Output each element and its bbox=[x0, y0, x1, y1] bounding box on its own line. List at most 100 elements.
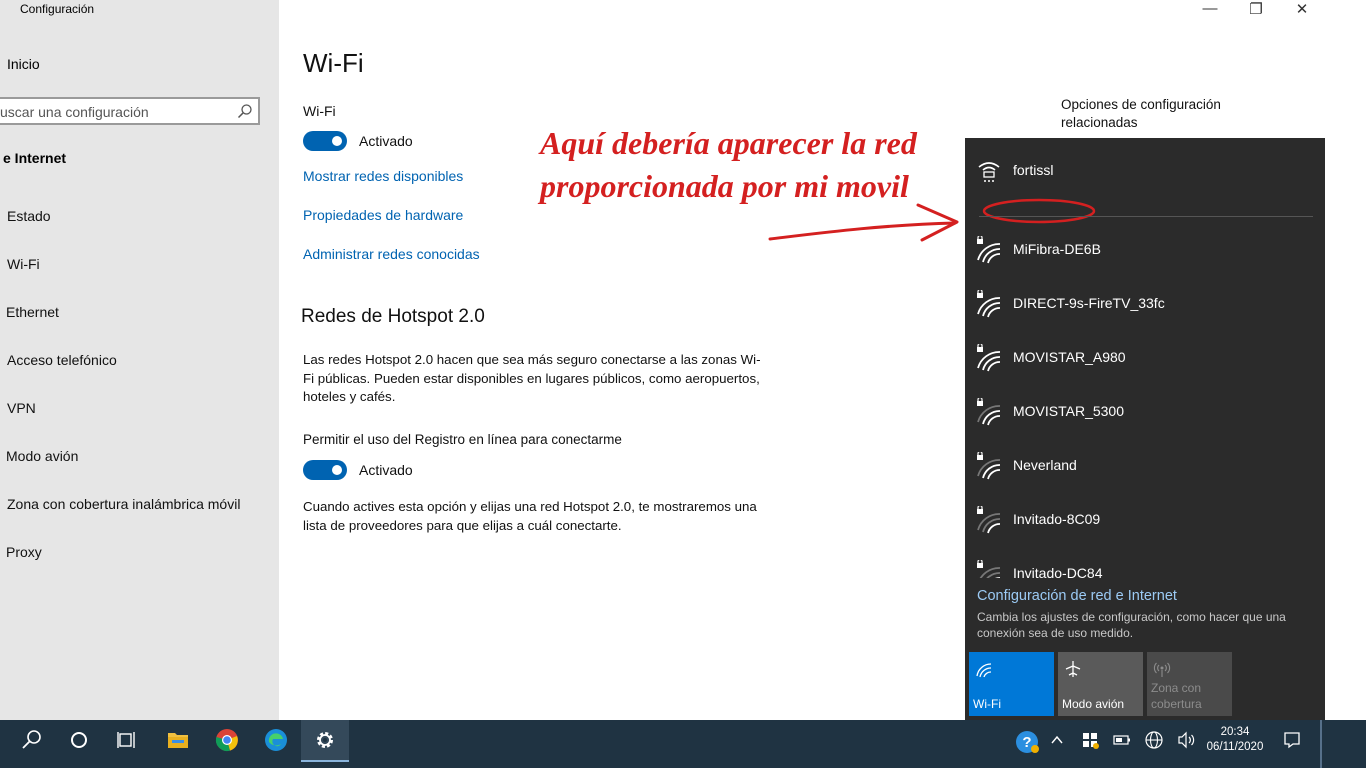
related-settings-title: Opciones de configuración relacionadas bbox=[1061, 97, 1221, 130]
chrome-icon bbox=[215, 729, 238, 752]
wifi-network-item[interactable]: MOVISTAR_5300 bbox=[965, 386, 1325, 438]
sidebar-item-ethernet[interactable]: Ethernet bbox=[6, 304, 59, 320]
wifi-network-name: Invitado-DC84 bbox=[1013, 565, 1103, 578]
wifi-toggle-state: Activado bbox=[359, 133, 413, 149]
edge-icon bbox=[265, 729, 287, 751]
task-view-button[interactable] bbox=[104, 720, 152, 760]
cortana-button[interactable] bbox=[56, 720, 104, 760]
chevron-up-icon[interactable] bbox=[1049, 732, 1065, 748]
sidebar-item-proxy[interactable]: Proxy bbox=[6, 544, 42, 560]
clock-date: 06/11/2020 bbox=[1206, 741, 1264, 753]
wifi-network-item[interactable]: MiFibra-DE6B bbox=[965, 224, 1325, 276]
annotation-line-1: Aquí debería aparecer la red bbox=[540, 125, 917, 161]
sidebar-item-mobile-hotspot[interactable]: Zona con cobertura inalámbrica móvil bbox=[7, 496, 240, 512]
help-icon[interactable]: ? bbox=[1014, 729, 1040, 755]
secured-wifi-icon bbox=[977, 560, 1001, 578]
wifi-label: Wi-Fi bbox=[303, 103, 336, 119]
online-registration-description: Cuando actives esta opción y elijas una … bbox=[303, 499, 757, 533]
taskbar-clock[interactable]: 20:34 06/11/2020 bbox=[1200, 725, 1270, 755]
show-desktop-button[interactable] bbox=[1320, 720, 1322, 768]
secured-wifi-icon bbox=[977, 344, 1001, 372]
secured-wifi-icon bbox=[977, 236, 1001, 264]
sidebar-item-vpn[interactable]: VPN bbox=[7, 400, 36, 416]
defender-icon[interactable] bbox=[1081, 731, 1099, 749]
wifi-network-name: MOVISTAR_5300 bbox=[1013, 403, 1125, 419]
page-title: Wi-Fi bbox=[303, 48, 364, 78]
task-view-icon bbox=[117, 732, 135, 748]
minimize-button[interactable]: — bbox=[1187, 0, 1233, 18]
search-input[interactable]: uscar una configuración bbox=[0, 97, 260, 125]
search-icon bbox=[237, 104, 252, 119]
chrome-button[interactable] bbox=[203, 720, 251, 760]
online-registration-label: Permitir el uso del Registro en línea pa… bbox=[303, 432, 622, 447]
wifi-network-item[interactable]: MOVISTAR_A980 bbox=[965, 332, 1325, 384]
secured-wifi-icon bbox=[977, 290, 1001, 318]
quick-action-airplane-mode[interactable]: Modo avión bbox=[1058, 652, 1143, 716]
settings-icon bbox=[317, 732, 333, 748]
maximize-button[interactable]: ❐ bbox=[1233, 0, 1279, 18]
hotspot-heading: Redes de Hotspot 2.0 bbox=[301, 306, 485, 327]
wifi-network-name: Neverland bbox=[1013, 457, 1077, 473]
wifi-network-item[interactable]: Invitado-DC84 bbox=[965, 548, 1325, 578]
wifi-network-item[interactable]: DIRECT-9s-FireTV_33fc bbox=[965, 278, 1325, 330]
search-icon bbox=[22, 730, 41, 749]
wifi-network-name: MiFibra-DE6B bbox=[1013, 241, 1101, 257]
wifi-network-name: DIRECT-9s-FireTV_33fc bbox=[1013, 295, 1165, 311]
quick-action-label: Zona con cobertura bbox=[1151, 681, 1202, 711]
wifi-network-name: MOVISTAR_A980 bbox=[1013, 349, 1126, 365]
network-flyout: fortissl MiFibra-DE6B DIRECT-9s-FireTV_3… bbox=[965, 138, 1325, 720]
globe-network-icon[interactable] bbox=[1144, 730, 1164, 750]
network-settings-link[interactable]: Configuración de red e Internet bbox=[977, 588, 1177, 604]
network-settings-description: Cambia los ajustes de configuración, com… bbox=[977, 610, 1286, 640]
online-registration-toggle[interactable] bbox=[303, 460, 347, 480]
wifi-network-item[interactable]: Neverland bbox=[965, 440, 1325, 492]
quick-action-label: Wi-Fi bbox=[973, 697, 1001, 711]
sidebar-item-dialup[interactable]: Acceso telefónico bbox=[7, 352, 117, 368]
quick-action-mobile-hotspot[interactable]: Zona con cobertura bbox=[1147, 652, 1232, 716]
settings-taskbar-button[interactable] bbox=[301, 720, 349, 762]
sidebar-item-airplane-mode[interactable]: Modo avión bbox=[6, 448, 78, 464]
hardware-properties-link[interactable]: Propiedades de hardware bbox=[303, 207, 463, 223]
secured-wifi-icon bbox=[977, 398, 1001, 426]
hotspot-description: Las redes Hotspot 2.0 hacen que sea más … bbox=[303, 352, 761, 404]
edge-button[interactable] bbox=[252, 720, 300, 760]
vpn-network-icon bbox=[978, 162, 1000, 182]
online-registration-state: Activado bbox=[359, 462, 413, 478]
close-button[interactable]: ✕ bbox=[1279, 0, 1325, 18]
show-available-networks-link[interactable]: Mostrar redes disponibles bbox=[303, 168, 463, 184]
taskbar-search-button[interactable] bbox=[8, 720, 56, 760]
cortana-icon bbox=[71, 732, 87, 748]
wifi-network-item[interactable]: Invitado-8C09 bbox=[965, 494, 1325, 546]
taskbar: ? 20:34 06/11/2020 bbox=[0, 720, 1366, 768]
sidebar-section-title: e Internet bbox=[3, 150, 67, 166]
app-title: Configuración bbox=[20, 2, 95, 16]
wifi-network-list-clip: Invitado-DC84 bbox=[965, 548, 1325, 578]
manage-known-networks-link[interactable]: Administrar redes conocidas bbox=[303, 246, 480, 262]
settings-sidebar: Configuración Inicio uscar una configura… bbox=[0, 0, 279, 720]
file-explorer-icon bbox=[168, 733, 188, 748]
clock-time: 20:34 bbox=[1220, 726, 1250, 738]
svg-text:?: ? bbox=[1022, 734, 1031, 751]
vpn-network-name: fortissl bbox=[1013, 162, 1054, 178]
search-placeholder: uscar una configuración bbox=[0, 104, 149, 120]
file-explorer-button[interactable] bbox=[154, 720, 202, 760]
sidebar-item-home[interactable]: Inicio bbox=[7, 56, 40, 72]
wifi-toggle[interactable] bbox=[303, 131, 347, 151]
wifi-network-name: Invitado-8C09 bbox=[1013, 511, 1101, 527]
annotation-arrow bbox=[768, 203, 959, 242]
annotation-circle bbox=[982, 198, 1096, 224]
airplane-icon bbox=[1065, 661, 1081, 677]
quick-action-wifi[interactable]: Wi-Fi bbox=[969, 652, 1054, 716]
notifications-icon[interactable] bbox=[1282, 730, 1302, 750]
volume-icon[interactable] bbox=[1176, 730, 1196, 750]
hotspot-icon bbox=[1153, 662, 1171, 677]
wifi-icon bbox=[976, 663, 992, 678]
sidebar-item-status[interactable]: Estado bbox=[7, 208, 51, 224]
secured-wifi-icon bbox=[977, 506, 1001, 534]
flyout-divider bbox=[979, 216, 1313, 217]
battery-icon[interactable] bbox=[1112, 732, 1132, 748]
secured-wifi-icon bbox=[977, 452, 1001, 480]
quick-action-label: Modo avión bbox=[1062, 697, 1125, 711]
sidebar-item-wifi[interactable]: Wi-Fi bbox=[7, 256, 40, 272]
vpn-network-item[interactable]: fortissl bbox=[965, 144, 1325, 196]
